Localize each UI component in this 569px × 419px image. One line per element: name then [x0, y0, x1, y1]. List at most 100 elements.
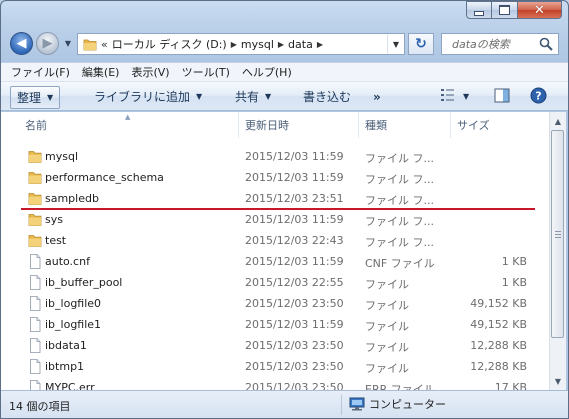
search-box[interactable] [441, 33, 559, 55]
caption-buttons: ✕ [466, 1, 562, 19]
file-icon [28, 254, 42, 269]
file-type: ファイル フ... [365, 236, 434, 249]
file-row[interactable]: ibtmp1 2015/12/03 23:50 ファイル 12,288 KB [1, 356, 549, 377]
menu-file[interactable]: ファイル(F) [5, 64, 76, 80]
more-commands-button[interactable]: » [373, 86, 381, 107]
file-row[interactable]: performance_schema 2015/12/03 11:59 ファイル フ… [1, 167, 549, 188]
search-input[interactable] [446, 36, 540, 52]
file-row[interactable]: sys 2015/12/03 11:59 ファイル フ... [1, 209, 549, 230]
chevron-down-icon: ▼ [463, 92, 470, 101]
file-name: ibtmp1 [45, 360, 85, 373]
file-type: ファイル [365, 320, 409, 333]
file-date: 2015/12/03 11:59 [245, 318, 344, 331]
menu-help[interactable]: ヘルプ(H) [236, 64, 298, 80]
file-date: 2015/12/03 11:59 [245, 213, 344, 226]
share-label: 共有 [235, 90, 260, 104]
share-button[interactable]: 共有 ▼ [235, 86, 271, 107]
refresh-button[interactable]: ↻ [408, 33, 434, 55]
address-history-dropdown[interactable]: ▼ [387, 34, 404, 54]
breadcrumb-separator-icon[interactable]: ▶ [231, 40, 237, 49]
forward-button[interactable]: ▶ [36, 32, 59, 55]
file-size: 1 KB [501, 255, 527, 268]
breadcrumb-overflow[interactable]: « [101, 38, 108, 51]
address-bar[interactable]: « ローカル ディスク (D:) ▶ mysql ▶ data ▶ ▼ [77, 33, 405, 55]
close-button[interactable]: ✕ [518, 1, 562, 19]
more-label: » [373, 89, 381, 104]
breadcrumb-separator-icon[interactable]: ▶ [317, 40, 323, 49]
file-name: performance_schema [45, 171, 164, 184]
preview-pane-icon[interactable] [494, 88, 510, 103]
column-name[interactable]: 名前 [19, 112, 239, 138]
file-list: mysql 2015/12/03 11:59 ファイル フ... performanc… [1, 138, 549, 390]
grip-icon [554, 230, 561, 238]
chevron-down-icon: ▼ [196, 92, 203, 101]
file-row[interactable]: auto.cnf 2015/12/03 11:59 CNF ファイル 1 KB [1, 251, 549, 272]
command-bar: 整理 ▼ ライブラリに追加 ▼ 共有 ▼ 書き込む » ▼ ? [1, 82, 568, 111]
file-name: auto.cnf [45, 255, 90, 268]
column-size[interactable]: サイズ [451, 112, 549, 138]
breadcrumb-drive[interactable]: ローカル ディスク (D:) [112, 36, 227, 52]
file-icon [28, 338, 42, 353]
column-type[interactable]: 種類 [359, 112, 451, 138]
menu-tools[interactable]: ツール(T) [176, 64, 236, 80]
add-to-library-button[interactable]: ライブラリに追加 ▼ [94, 86, 202, 107]
maximize-button[interactable] [492, 1, 518, 19]
menu-edit[interactable]: 編集(E) [76, 64, 126, 80]
back-button[interactable]: ◀ [10, 32, 33, 55]
scroll-down-button[interactable]: ▼ [550, 373, 566, 389]
file-icon [28, 275, 42, 290]
breadcrumb-mysql[interactable]: mysql [241, 38, 274, 51]
back-arrow-icon: ◀ [16, 36, 27, 51]
recent-pages-button[interactable]: ▼ [62, 32, 74, 55]
computer-icon [349, 397, 365, 411]
file-name: ib_buffer_pool [45, 276, 123, 289]
file-row[interactable]: MYPC.err 2015/12/03 23:50 ERR ファイル 17 KB [1, 377, 549, 390]
file-name: sys [45, 213, 63, 226]
vertical-scrollbar[interactable]: ▲ ▼ [549, 112, 566, 390]
file-date: 2015/12/03 22:43 [245, 234, 344, 247]
organize-label: 整理 [17, 91, 42, 105]
file-row[interactable]: sampledb 2015/12/03 23:51 ファイル フ... [1, 188, 549, 209]
magnifier-icon[interactable] [538, 36, 554, 52]
file-name: ib_logfile1 [45, 318, 102, 331]
chevron-down-icon: ▼ [392, 39, 400, 49]
file-name: ibdata1 [45, 339, 87, 352]
file-row[interactable]: test 2015/12/03 22:43 ファイル フ... [1, 230, 549, 251]
file-name: MYPC.err [45, 381, 95, 390]
file-name: sampledb [45, 192, 99, 205]
item-count: 14 個の項目 [9, 400, 71, 413]
breadcrumb-separator-icon[interactable]: ▶ [278, 40, 284, 49]
file-row[interactable]: ibdata1 2015/12/03 23:50 ファイル 12,288 KB [1, 335, 549, 356]
chevron-down-icon: ▼ [47, 93, 54, 102]
file-date: 2015/12/03 11:59 [245, 171, 344, 184]
file-date: 2015/12/03 23:50 [245, 297, 344, 310]
organize-button[interactable]: 整理 ▼ [10, 86, 61, 109]
minimize-button[interactable] [466, 1, 492, 19]
file-type: ファイル フ... [365, 173, 434, 186]
folder-icon [28, 212, 42, 227]
breadcrumb-data[interactable]: data [288, 38, 313, 51]
minimize-icon [474, 10, 484, 16]
menu-view[interactable]: 表示(V) [125, 64, 175, 80]
scroll-up-button[interactable]: ▲ [550, 113, 566, 129]
forward-arrow-icon: ▶ [42, 36, 53, 51]
view-options-dropdown[interactable]: ▼ [463, 86, 469, 107]
file-name: ib_logfile0 [45, 297, 102, 310]
file-row[interactable]: ib_logfile0 2015/12/03 23:50 ファイル 49,152 KB [1, 293, 549, 314]
folder-icon [28, 170, 42, 185]
refresh-icon: ↻ [415, 36, 427, 52]
column-header: ▲ 名前 更新日時 種類 サイズ [1, 112, 549, 139]
change-view-icon[interactable] [440, 88, 456, 102]
column-date[interactable]: 更新日時 [239, 112, 359, 138]
file-row[interactable]: ib_logfile1 2015/12/03 11:59 ファイル 49,152 KB [1, 314, 549, 335]
file-icon [28, 296, 42, 311]
file-type: CNF ファイル [365, 257, 435, 270]
file-row[interactable]: mysql 2015/12/03 11:59 ファイル フ... [1, 146, 549, 167]
status-divider [341, 395, 342, 415]
file-row[interactable]: ib_buffer_pool 2015/12/03 22:55 ファイル 1 KB [1, 272, 549, 293]
scroll-thumb[interactable] [551, 130, 564, 338]
burn-button[interactable]: 書き込む [303, 86, 351, 107]
file-date: 2015/12/03 23:50 [245, 339, 344, 352]
help-icon[interactable]: ? [530, 87, 547, 104]
column-name-label: 名前 [25, 119, 47, 132]
